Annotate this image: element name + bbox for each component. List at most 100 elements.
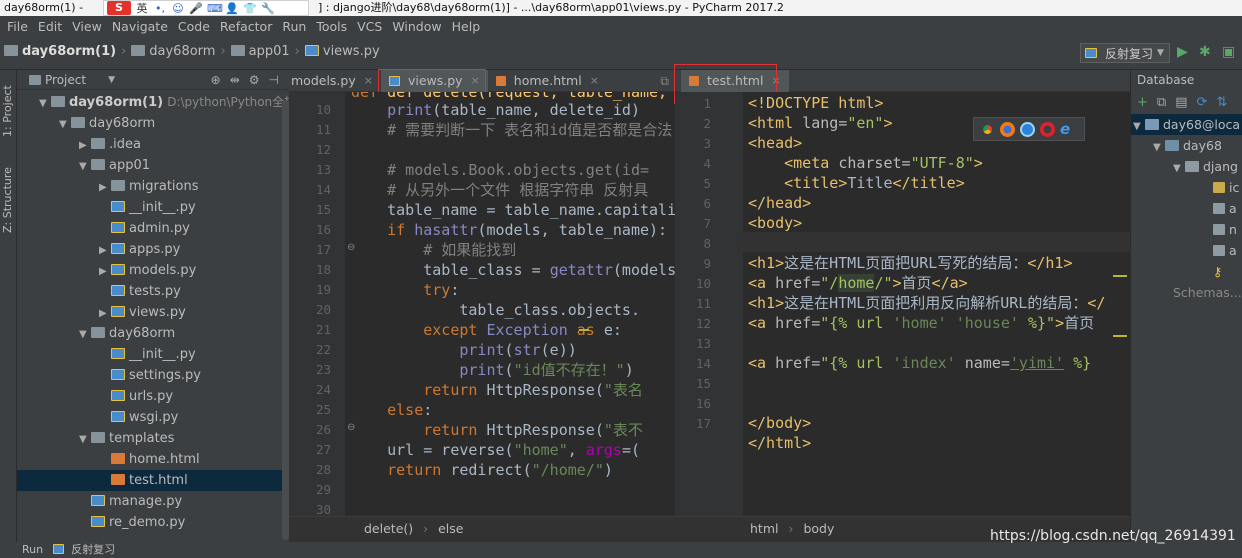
- collapse-arrow-icon[interactable]: ▼: [59, 114, 71, 135]
- collapse-arrow-icon[interactable]: ▼: [79, 156, 91, 177]
- collapse-arrow-icon[interactable]: ▼: [79, 429, 91, 450]
- breadcrumb-block[interactable]: else: [438, 521, 463, 536]
- tree-item[interactable]: ▼ app01: [17, 155, 289, 176]
- tree-item[interactable]: test.html: [17, 470, 289, 491]
- ie-icon[interactable]: e: [1060, 120, 1070, 138]
- skin-icon[interactable]: 👕: [243, 2, 257, 15]
- tree-item[interactable]: home.html: [17, 449, 289, 470]
- gear-icon[interactable]: ⚙: [249, 73, 260, 87]
- menu-refactor[interactable]: Refactor: [215, 19, 277, 34]
- tree-root[interactable]: ▼ day68orm(1) D:\python\Python全栈9期: [17, 92, 316, 114]
- microphone-icon[interactable]: 🎤: [189, 2, 203, 15]
- menu-run[interactable]: Run: [277, 19, 311, 34]
- coverage-icon[interactable]: ▣: [1222, 44, 1235, 60]
- debug-icon[interactable]: ✱: [1199, 44, 1211, 60]
- close-icon[interactable]: ×: [364, 70, 373, 92]
- safari-icon[interactable]: [1020, 121, 1035, 137]
- project-tool-tab[interactable]: 1: Project: [1, 76, 16, 146]
- tree-item[interactable]: admin.py: [17, 218, 289, 239]
- expand-arrow-icon[interactable]: ▶: [99, 177, 111, 198]
- tab-models-py[interactable]: models.py ×: [289, 70, 381, 92]
- tabs-overflow-icon[interactable]: ⧉: [660, 70, 675, 91]
- add-icon[interactable]: +: [1137, 95, 1148, 110]
- run-configuration-select[interactable]: 反射复习 ▼: [1080, 43, 1170, 63]
- menu-code[interactable]: Code: [173, 19, 215, 34]
- tree-item[interactable]: manage.py: [17, 491, 289, 512]
- menu-view[interactable]: View: [67, 19, 107, 34]
- sync-icon[interactable]: ⇅: [1216, 95, 1227, 110]
- breadcrumb-file[interactable]: views.py: [304, 44, 380, 59]
- run-tool-label[interactable]: Run: [22, 543, 43, 556]
- ime-lang-toggle[interactable]: 英: [135, 0, 149, 16]
- tree-item[interactable]: re_demo.py: [17, 512, 289, 533]
- wrench-icon[interactable]: 🔧: [261, 2, 275, 15]
- tree-item[interactable]: ▼ day68orm: [17, 113, 289, 134]
- menu-window[interactable]: Window: [387, 19, 446, 34]
- tree-item[interactable]: ▶ models.py: [17, 260, 289, 281]
- properties-icon[interactable]: ▤: [1175, 95, 1187, 110]
- copy-icon[interactable]: ⧉: [1157, 95, 1166, 110]
- tree-item[interactable]: wsgi.py: [17, 407, 289, 428]
- tree-item[interactable]: tests.py: [17, 281, 289, 302]
- tree-item[interactable]: urls.py: [17, 386, 289, 407]
- db-column[interactable]: a: [1131, 198, 1242, 219]
- db-schemas-link[interactable]: Schemas...: [1131, 282, 1242, 303]
- close-icon[interactable]: ×: [590, 70, 599, 92]
- tree-item[interactable]: settings.py: [17, 365, 289, 386]
- breadcrumb-html[interactable]: html: [750, 521, 778, 536]
- expand-arrow-icon[interactable]: ▶: [79, 135, 91, 156]
- tab-home-html[interactable]: home.html ×: [488, 70, 607, 92]
- views-py-editor[interactable]: 10 11 12 13 14 15 16 17 18 19 20 21 22 23 24 25 26 27 28 29…: [289, 92, 675, 516]
- collapse-arrow-icon[interactable]: ▼: [79, 324, 91, 345]
- fold-marker-icon[interactable]: ⊖: [347, 242, 355, 258]
- breadcrumb-body[interactable]: body: [803, 521, 834, 536]
- hide-panel-icon[interactable]: ⊣: [269, 73, 279, 87]
- db-datasource[interactable]: ▼ day68@loca: [1131, 114, 1242, 135]
- test-html-editor[interactable]: 1 2 3 4 5 6 7 8 9 10 11 12 13 14 15 16 17 <!DOCTYPE html…: [675, 92, 1130, 516]
- expand-arrow-icon[interactable]: ▶: [99, 240, 111, 261]
- breadcrumb-function[interactable]: delete(): [364, 521, 413, 536]
- ime-toolbar[interactable]: S 英 •, ☺ 🎤 ⌨ 👤 👕 🔧: [103, 0, 309, 16]
- punctuation-icon[interactable]: •,: [153, 2, 167, 15]
- project-panel-title[interactable]: Project: [45, 73, 86, 87]
- project-scrollbar[interactable]: [282, 100, 289, 540]
- breadcrumb-app[interactable]: app01: [230, 44, 290, 59]
- locate-icon[interactable]: ⊕: [211, 73, 221, 87]
- tree-item[interactable]: ▶ views.py: [17, 302, 289, 323]
- tree-item[interactable]: ▶ apps.py: [17, 239, 289, 260]
- run-icon[interactable]: ▶: [1177, 44, 1188, 60]
- chrome-icon[interactable]: [980, 121, 995, 137]
- breadcrumb-project[interactable]: day68orm: [131, 44, 215, 59]
- sogou-logo-icon[interactable]: S: [107, 1, 131, 15]
- db-key[interactable]: ⚷: [1131, 261, 1242, 282]
- tree-item[interactable]: ▶ migrations: [17, 176, 289, 197]
- menu-vcs[interactable]: VCS: [352, 19, 387, 34]
- firefox-icon[interactable]: [1000, 121, 1015, 137]
- db-table[interactable]: ▼ djang: [1131, 156, 1242, 177]
- collapse-all-icon[interactable]: ⇹: [230, 73, 240, 87]
- expand-arrow-icon[interactable]: ▶: [99, 261, 111, 282]
- tree-item[interactable]: __init__.py: [17, 344, 289, 365]
- tree-item[interactable]: ▶ .idea: [17, 134, 289, 155]
- tree-item[interactable]: ▼ day68orm: [17, 323, 289, 344]
- db-schema[interactable]: ▼ day68: [1131, 135, 1242, 156]
- chevron-down-icon[interactable]: ▼: [108, 75, 115, 85]
- breadcrumb-root[interactable]: day68orm(1): [4, 44, 116, 59]
- db-column[interactable]: a: [1131, 240, 1242, 261]
- keyboard-icon[interactable]: ⌨: [207, 2, 223, 15]
- fold-marker-icon[interactable]: ⊖: [347, 422, 355, 438]
- menu-help[interactable]: Help: [447, 19, 486, 34]
- menu-file[interactable]: File: [2, 19, 33, 34]
- expand-arrow-icon[interactable]: ▼: [39, 93, 51, 114]
- tree-item[interactable]: ▼ templates: [17, 428, 289, 449]
- user-icon[interactable]: 👤: [225, 2, 239, 15]
- opera-icon[interactable]: [1040, 121, 1055, 137]
- tree-item[interactable]: __init__.py: [17, 197, 289, 218]
- run-tool-config[interactable]: 反射复习: [71, 543, 115, 556]
- structure-tool-tab[interactable]: Z: Structure: [1, 160, 16, 240]
- emoji-icon[interactable]: ☺: [171, 2, 185, 15]
- menu-navigate[interactable]: Navigate: [107, 19, 173, 34]
- expand-arrow-icon[interactable]: ▶: [99, 303, 111, 324]
- db-column[interactable]: n: [1131, 219, 1242, 240]
- refresh-icon[interactable]: ⟳: [1197, 95, 1208, 110]
